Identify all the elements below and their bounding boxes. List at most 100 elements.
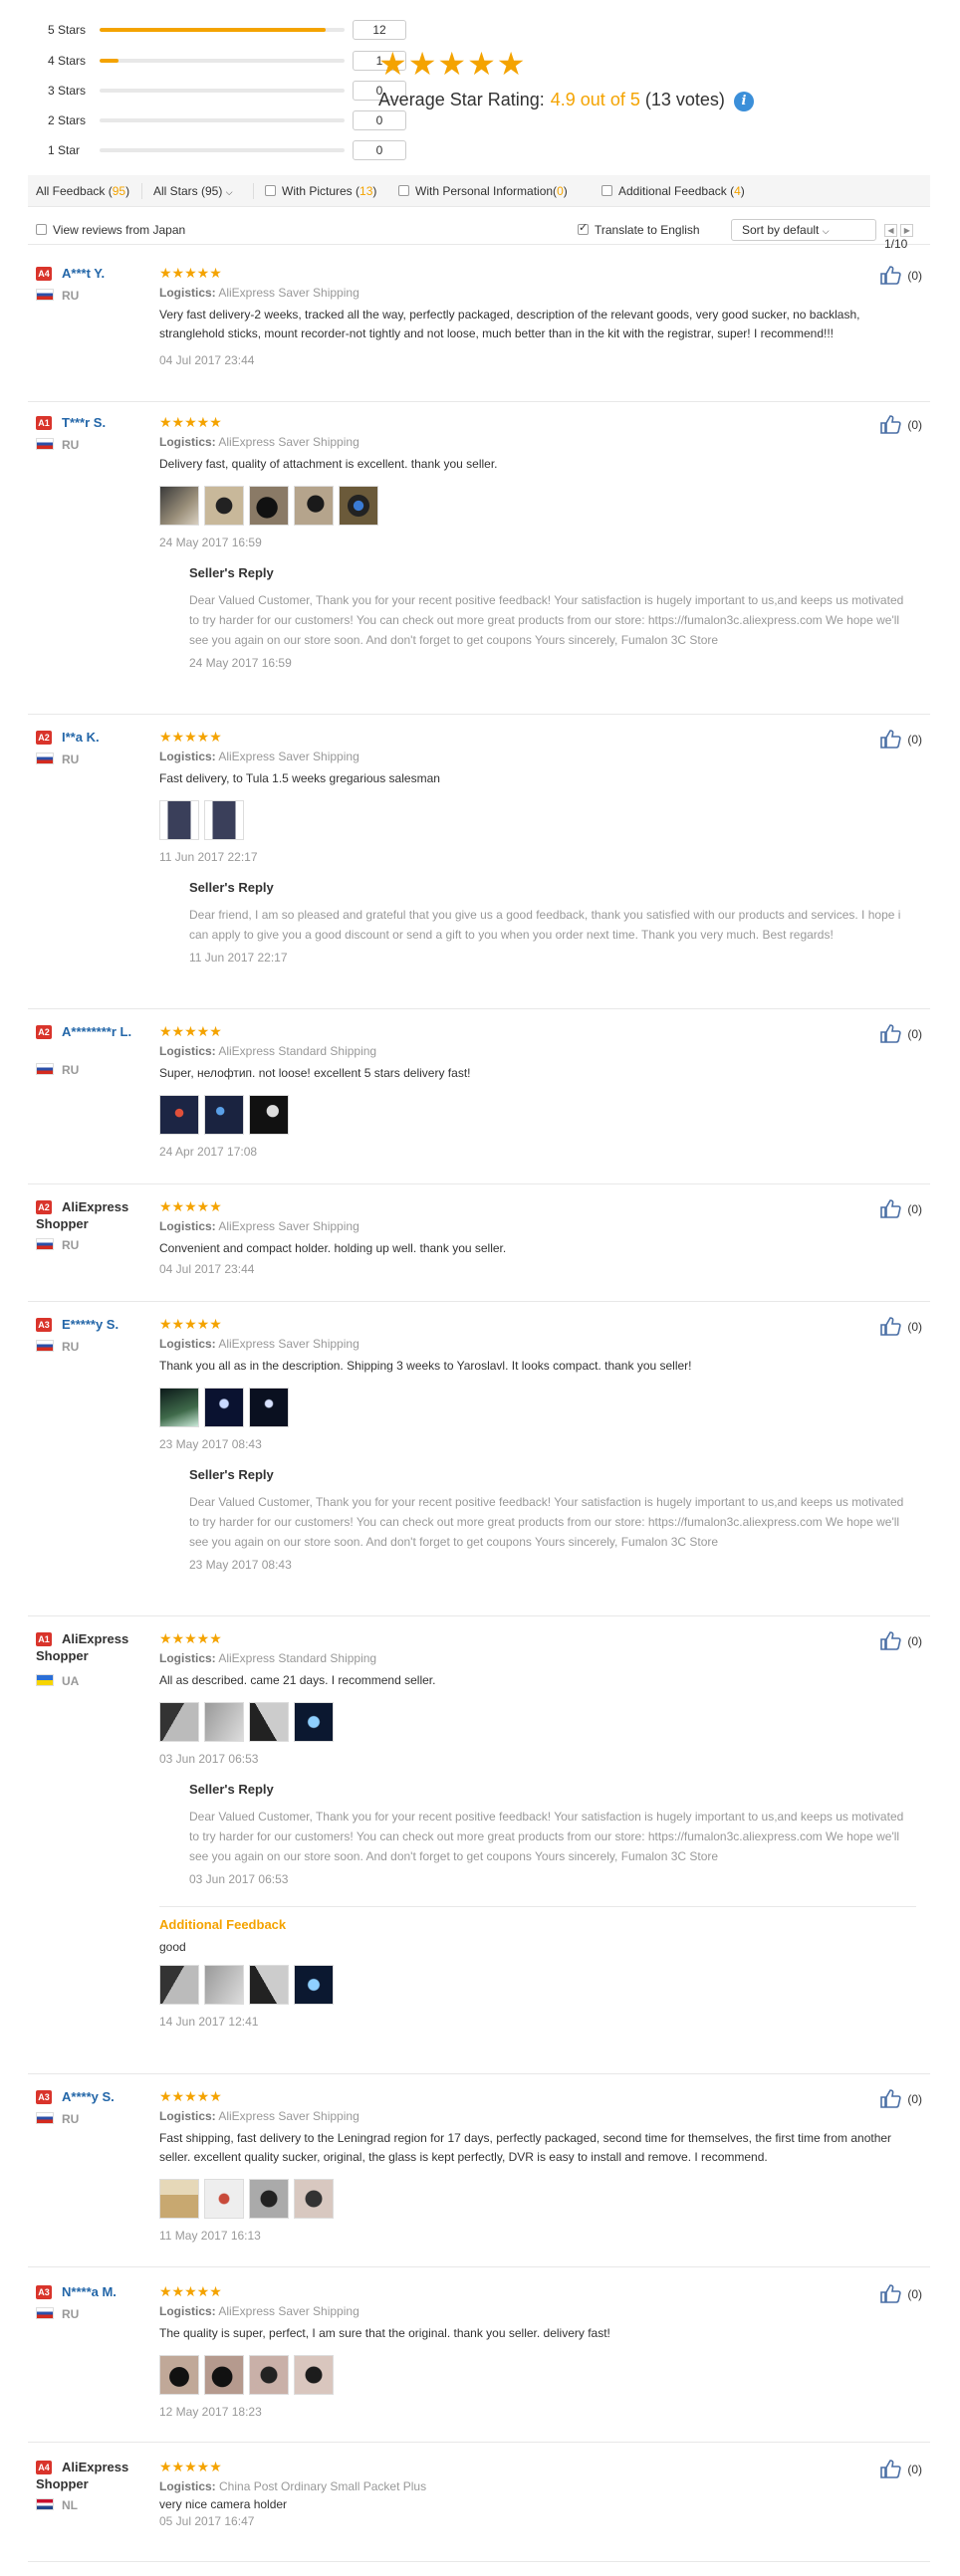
review-photo[interactable] bbox=[204, 1702, 244, 1742]
seller-reply-text: Dear Valued Customer, Thank you for your… bbox=[189, 1495, 904, 1549]
thumbs-up-icon bbox=[880, 2460, 901, 2478]
thumbs-up-icon bbox=[880, 266, 901, 285]
review-photo[interactable] bbox=[249, 1965, 289, 2005]
reviewer-name[interactable]: AliExpress Shopper bbox=[36, 1198, 145, 1232]
helpful-button[interactable]: (0) bbox=[879, 1630, 922, 1650]
helpful-button[interactable]: (0) bbox=[879, 265, 922, 285]
review-photo[interactable] bbox=[204, 2355, 244, 2395]
checkbox-icon[interactable] bbox=[601, 185, 612, 196]
view-japan-toggle[interactable]: View reviews from Japan bbox=[36, 223, 185, 237]
helpful-button[interactable]: (0) bbox=[879, 2459, 922, 2478]
next-page-icon[interactable]: ▶ bbox=[900, 224, 914, 237]
rating-row-label: 4 Stars bbox=[48, 54, 87, 68]
review-photo[interactable] bbox=[159, 1702, 199, 1742]
filter-additional-feedback[interactable]: Additional Feedback (4) bbox=[601, 175, 745, 207]
helpful-button[interactable]: (0) bbox=[879, 414, 922, 434]
helpful-button[interactable]: (0) bbox=[879, 1198, 922, 1218]
reviewer-name[interactable]: AliExpress Shopper bbox=[36, 2459, 145, 2492]
review-item: A3 E*****y S. RU ★★★★★ Logistics: AliExp… bbox=[28, 1316, 930, 1616]
review-text: Super, нелофтип. not loose! excellent 5 … bbox=[159, 1066, 471, 1080]
review-photo[interactable] bbox=[204, 2179, 244, 2219]
review-photo[interactable] bbox=[204, 1965, 244, 2005]
review-photo[interactable] bbox=[159, 1388, 199, 1427]
seller-reply-date: 11 Jun 2017 22:17 bbox=[189, 951, 288, 965]
reviewer-name[interactable]: AliExpress Shopper bbox=[36, 1630, 145, 1664]
sort-dropdown[interactable]: Sort by default ⌵ bbox=[731, 219, 876, 241]
rating-row-3[interactable]: 3 Stars 0 bbox=[48, 81, 406, 101]
rating-row-label: 5 Stars bbox=[48, 23, 87, 37]
filter-with-personal-information[interactable]: With Personal Information(0) bbox=[398, 175, 568, 207]
helpful-button[interactable]: (0) bbox=[879, 1023, 922, 1043]
checkbox-checked-icon[interactable] bbox=[578, 221, 589, 235]
review-photo[interactable] bbox=[204, 1388, 244, 1427]
review-photo[interactable] bbox=[249, 486, 289, 526]
additional-feedback: Additional Feedback good 14 Jun 2017 12:… bbox=[159, 1906, 916, 2029]
review-stars-icon: ★★★★★ bbox=[159, 729, 222, 745]
review-photo[interactable] bbox=[294, 486, 334, 526]
review-photo[interactable] bbox=[249, 1095, 289, 1135]
translate-toggle[interactable]: Translate to English bbox=[578, 221, 700, 237]
review-photo[interactable] bbox=[204, 486, 244, 526]
review-photo[interactable] bbox=[294, 1702, 334, 1742]
review-body: ★★★★★ Logistics: AliExpress Saver Shippi… bbox=[159, 1316, 916, 1578]
review-photo[interactable] bbox=[204, 1095, 244, 1135]
reviewer-name[interactable]: A***t Y. bbox=[62, 265, 151, 282]
rating-row-2[interactable]: 2 Stars 0 bbox=[48, 110, 406, 130]
buyer-level-badge: A2 bbox=[36, 1025, 52, 1039]
logistics-value: AliExpress Saver Shipping bbox=[218, 2304, 360, 2318]
review-photo[interactable] bbox=[159, 486, 199, 526]
checkbox-icon[interactable] bbox=[265, 185, 276, 196]
seller-reply: Seller's Reply Dear friend, I am so plea… bbox=[189, 880, 916, 970]
review-photo[interactable] bbox=[339, 486, 378, 526]
review-photo[interactable] bbox=[159, 1095, 199, 1135]
logistics-label: Logistics: bbox=[159, 286, 216, 300]
rating-row-1[interactable]: 1 Star 0 bbox=[48, 140, 406, 160]
review-photo[interactable] bbox=[249, 1388, 289, 1427]
filter-with-pictures[interactable]: With Pictures (13) bbox=[265, 175, 376, 207]
review-body: ★★★★★ Logistics: AliExpress Saver Shippi… bbox=[159, 414, 916, 676]
all-stars-dropdown[interactable]: All Stars (95) ⌵ bbox=[153, 175, 233, 207]
review-photo[interactable] bbox=[159, 1965, 199, 2005]
helpful-button[interactable]: (0) bbox=[879, 2283, 922, 2303]
helpful-button[interactable]: (0) bbox=[879, 729, 922, 749]
prev-page-icon[interactable]: ◀ bbox=[884, 224, 897, 237]
reviewer-name[interactable]: E*****y S. bbox=[62, 1316, 151, 1333]
review-photo[interactable] bbox=[159, 2355, 199, 2395]
review-stars-icon: ★★★★★ bbox=[159, 1198, 222, 1214]
country-code: RU bbox=[62, 1063, 80, 1077]
review-photo[interactable] bbox=[294, 1965, 334, 2005]
review-photo[interactable] bbox=[249, 2355, 289, 2395]
review-stars-icon: ★★★★★ bbox=[159, 414, 222, 430]
thumbs-up-icon bbox=[880, 1024, 901, 1043]
reviewer-name[interactable]: A****y S. bbox=[62, 2088, 151, 2105]
review-photo[interactable] bbox=[204, 800, 244, 840]
checkbox-icon[interactable] bbox=[36, 224, 47, 235]
review-photos bbox=[159, 1388, 916, 1427]
reviewer-name[interactable]: N****a M. bbox=[62, 2283, 151, 2300]
reviewer-name[interactable]: A********r L. bbox=[62, 1023, 151, 1040]
review-photo[interactable] bbox=[294, 2179, 334, 2219]
review-date: 24 Apr 2017 17:08 bbox=[159, 1145, 258, 1159]
tab-all-feedback[interactable]: All Feedback (95) bbox=[36, 175, 129, 207]
review-photo[interactable] bbox=[249, 1702, 289, 1742]
helpful-button[interactable]: (0) bbox=[879, 1316, 922, 1336]
review-photo[interactable] bbox=[159, 2179, 199, 2219]
average-rating: Average Star Rating: 4.9 out of 5 (13 vot… bbox=[378, 90, 754, 111]
reviewer-name[interactable]: T***r S. bbox=[62, 414, 151, 431]
review-photo[interactable] bbox=[294, 2355, 334, 2395]
rating-row-4[interactable]: 4 Stars 1 bbox=[48, 51, 406, 71]
review-stars-icon: ★★★★★ bbox=[159, 2088, 222, 2104]
rating-row-5[interactable]: 5 Stars 12 bbox=[48, 20, 406, 40]
rating-row-count: 12 bbox=[353, 20, 406, 40]
filter-count: 13 bbox=[360, 184, 373, 198]
logistics-label: Logistics: bbox=[159, 435, 216, 449]
reviewer-name[interactable]: I**a K. bbox=[62, 729, 151, 746]
review-photo[interactable] bbox=[249, 2179, 289, 2219]
review-photos bbox=[159, 800, 916, 840]
helpful-button[interactable]: (0) bbox=[879, 2088, 922, 2108]
review-item: A2 AliExpress Shopper RU ★★★★★ Logistics… bbox=[28, 1198, 930, 1302]
info-icon[interactable]: i bbox=[733, 92, 754, 111]
review-photo[interactable] bbox=[159, 800, 199, 840]
flag-ru-icon bbox=[36, 752, 54, 764]
checkbox-icon[interactable] bbox=[398, 185, 409, 196]
